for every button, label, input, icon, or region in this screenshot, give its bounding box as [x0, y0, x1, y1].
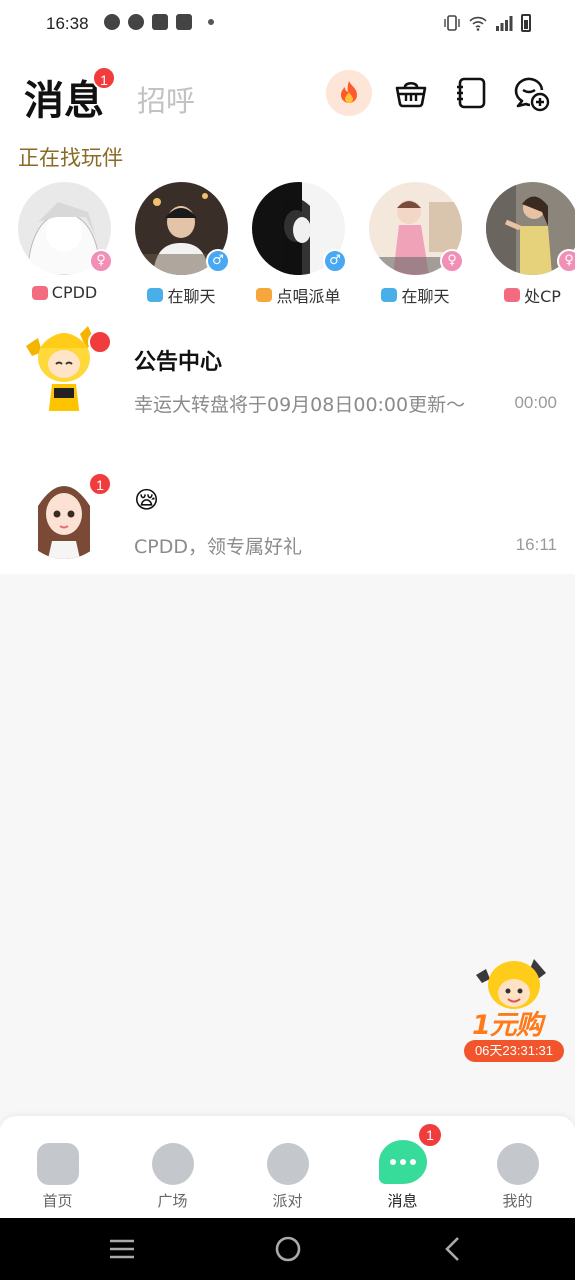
nav-label: 消息 — [387, 1192, 418, 1210]
planet-icon — [267, 1143, 309, 1185]
partner-item[interactable]: ♀ 在聊天 — [369, 182, 464, 307]
speedometer-icon — [128, 14, 144, 30]
message-icon — [379, 1140, 427, 1184]
finding-partners-section: 正在找玩伴 ♀ CPDD ♂ 在聊天 ♂ 点唱派单 ♀ 在聊天 ♀ 处CP — [0, 132, 575, 310]
female-icon: ♀ — [557, 249, 575, 273]
partner-list: ♀ CPDD ♂ 在聊天 ♂ 点唱派单 ♀ 在聊天 ♀ 处CP — [18, 182, 575, 307]
male-icon: ♂ — [206, 249, 230, 273]
nav-label: 广场 — [157, 1192, 188, 1210]
status-bar: 16:38 — [0, 0, 575, 48]
promo-label: 1元购 — [472, 1010, 543, 1041]
signal-icon — [496, 16, 513, 31]
message-title: 公告中心 — [134, 350, 223, 375]
store-button[interactable] — [388, 70, 434, 116]
chat-bubble-icon — [147, 288, 164, 302]
nav-home[interactable]: 首页 — [0, 1116, 115, 1218]
nav-messages[interactable]: 1 消息 — [345, 1116, 460, 1218]
nav-mine[interactable]: 我的 — [460, 1116, 575, 1218]
promo-countdown: 06天23:31:31 — [464, 1040, 564, 1062]
mic-icon — [256, 288, 273, 302]
battery-icon — [521, 14, 531, 32]
message-preview: 幸运大转盘将于09月08日00:00更新～ — [134, 394, 466, 416]
nav-messages-badge: 1 — [417, 1122, 443, 1148]
status-time: 16:38 — [46, 14, 89, 33]
nav-party[interactable]: 派对 — [230, 1116, 345, 1218]
wifi-icon — [469, 16, 487, 31]
nav-label: 派对 — [272, 1192, 303, 1210]
fire-icon — [341, 81, 357, 103]
nav-label: 我的 — [502, 1192, 533, 1210]
more-notifications-dot-icon — [208, 19, 214, 25]
cp-heart-icon — [31, 285, 48, 300]
male-icon: ♂ — [323, 249, 347, 273]
shopping-bag-icon — [176, 14, 192, 30]
message-item-chat[interactable]: 1 😪 CPDD，领专属好礼 16:11 — [0, 444, 575, 574]
partner-status: 处CP — [524, 287, 561, 306]
unread-badge-dot — [88, 330, 112, 354]
partner-item[interactable]: ♂ 点唱派单 — [252, 182, 347, 307]
sparkle-icon — [152, 1143, 194, 1185]
contacts-button[interactable] — [448, 70, 494, 116]
new-chat-button[interactable] — [508, 70, 554, 116]
recent-apps-icon[interactable] — [107, 1236, 137, 1262]
partner-status: 在聊天 — [167, 287, 216, 306]
system-navigation-bar — [0, 1218, 575, 1280]
female-icon: ♀ — [89, 249, 113, 273]
partner-status: CPDD — [51, 283, 98, 302]
cp-heart-icon — [504, 288, 521, 302]
page-header: 消息 1 招呼 — [0, 48, 575, 132]
nav-label: 首页 — [42, 1192, 73, 1210]
hot-button[interactable] — [326, 70, 372, 116]
bottom-navigation: 首页 广场 派对 1 消息 我的 — [0, 1116, 575, 1218]
message-time: 16:11 — [515, 535, 557, 554]
message-preview: CPDD，领专属好礼 — [134, 536, 302, 558]
unread-badge: 1 — [88, 472, 112, 496]
settings-gear-icon — [104, 14, 120, 30]
partner-item[interactable]: ♀ CPDD — [18, 182, 113, 307]
partner-status: 点唱派单 — [276, 287, 341, 306]
message-title: 😪 — [134, 486, 160, 514]
home-circle-icon[interactable] — [273, 1236, 303, 1262]
back-arrow-icon[interactable] — [438, 1236, 468, 1262]
tab-greetings[interactable]: 招呼 — [137, 78, 195, 120]
one-yuan-promo[interactable]: 1元购 06天23:31:31 — [462, 955, 566, 1065]
chat-bubble-icon — [381, 288, 398, 302]
tab-messages-badge: 1 — [92, 66, 116, 90]
message-time: 00:00 — [514, 393, 557, 412]
messages-screen: 16:38 消息 1 招呼 正在找玩伴 ♀ CPDD ♂ 在聊天 ♂ 点唱派单 … — [0, 0, 575, 1280]
shopping-bag-icon — [152, 14, 168, 30]
vibrate-icon — [444, 15, 460, 31]
message-list: 公告中心 幸运大转盘将于09月08日00:00更新～ 00:00 1 😪 CPD… — [0, 310, 575, 574]
basket-icon — [395, 81, 427, 108]
gamepad-icon — [37, 1143, 79, 1185]
partner-item[interactable]: ♂ 在聊天 — [135, 182, 230, 307]
section-title: 正在找玩伴 — [18, 146, 123, 170]
nav-square[interactable]: 广场 — [115, 1116, 230, 1218]
add-chat-icon — [514, 77, 550, 112]
female-icon: ♀ — [440, 249, 464, 273]
partner-status: 在聊天 — [401, 287, 450, 306]
face-icon — [497, 1143, 539, 1185]
contacts-book-icon — [457, 77, 486, 109]
message-item-announcement[interactable]: 公告中心 幸运大转盘将于09月08日00:00更新～ 00:00 — [0, 310, 575, 440]
partner-item[interactable]: ♀ 处CP — [486, 182, 575, 307]
